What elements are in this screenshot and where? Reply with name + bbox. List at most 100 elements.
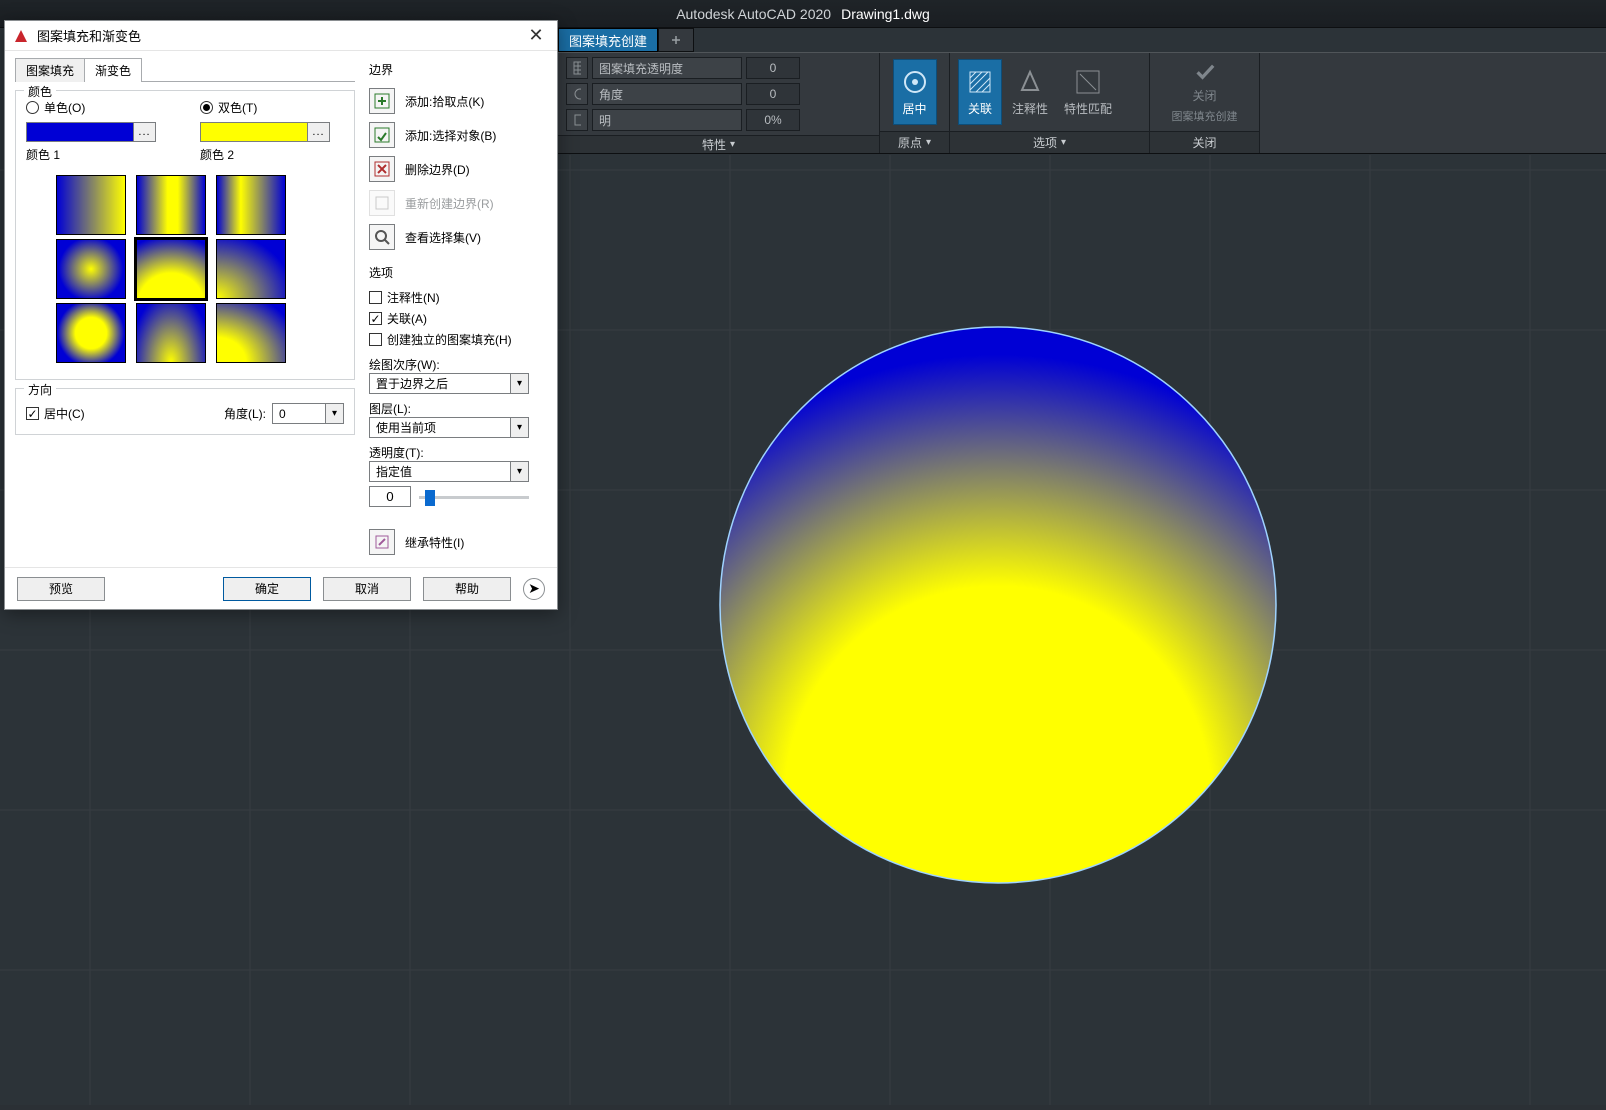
panel-title-options[interactable]: 选项▾ [950, 131, 1149, 153]
app-title: Autodesk AutoCAD 2020 [676, 6, 831, 22]
transparency-label: 透明度(T): [369, 444, 547, 461]
dialog-titlebar[interactable]: 图案填充和渐变色 ✕ [5, 21, 557, 51]
transparency-number-input[interactable] [369, 486, 411, 507]
panel-title-close: 关闭 [1150, 131, 1259, 153]
direction-legend: 方向 [24, 381, 56, 398]
annotative-icon [1016, 68, 1044, 96]
gradient-pattern-9[interactable] [216, 303, 286, 363]
single-color-radio[interactable]: 单色(O) [26, 99, 170, 116]
direction-fieldset: 方向 居中(C) 角度(L): 0▾ [15, 388, 355, 435]
color-legend: 颜色 [24, 83, 56, 100]
target-icon [901, 68, 929, 96]
color1-picker-button[interactable]: ... [134, 122, 156, 142]
angle-value[interactable]: 0 [746, 83, 800, 105]
cancel-button[interactable]: 取消 [323, 577, 411, 601]
color2-picker-button[interactable]: ... [308, 122, 330, 142]
layer-combo[interactable]: 使用当前项▾ [369, 417, 529, 438]
grid-icon[interactable] [566, 57, 588, 79]
two-color-radio[interactable]: 双色(T) [200, 99, 344, 116]
angle-label: 角度(L): [224, 405, 266, 422]
recreate-icon [374, 195, 390, 211]
preview-button[interactable]: 预览 [17, 577, 105, 601]
gradient-pattern-5[interactable] [136, 239, 206, 299]
remove-icon [374, 161, 390, 177]
document-name: Drawing1.dwg [841, 6, 930, 22]
layer-label: 图层(L): [369, 400, 547, 417]
boundary-legend: 边界 [369, 61, 547, 78]
color1-label: 颜色 1 [26, 146, 170, 163]
start-tab[interactable] [658, 28, 694, 52]
panel-title-properties[interactable]: 特性▾ [558, 135, 879, 153]
match-icon [1074, 68, 1102, 96]
annotative-checkbox[interactable]: 注释性(N) [369, 289, 440, 306]
view-selection-button[interactable] [369, 224, 395, 250]
ribbon: 图案填充透明度 0 角度 0 明 0% 特性▾ [558, 52, 1606, 154]
color2-swatch[interactable] [200, 122, 308, 142]
tab-hatch[interactable]: 图案填充 [15, 58, 85, 82]
select-icon [374, 127, 390, 143]
dialog-title: 图案填充和渐变色 [37, 26, 141, 45]
gradient-pattern-grid [56, 175, 344, 363]
color1-swatch[interactable] [26, 122, 134, 142]
ribbon-tab-hatch-create[interactable]: 图案填充创建 [558, 28, 658, 52]
gradient-pattern-6[interactable] [216, 239, 286, 299]
transparency-field[interactable]: 图案填充透明度 [592, 57, 742, 79]
color2-label: 颜色 2 [200, 146, 344, 163]
chevron-down-icon: ▾ [730, 139, 735, 150]
remove-boundary-button[interactable] [369, 156, 395, 182]
gradient-pattern-3[interactable] [216, 175, 286, 235]
gradient-circle[interactable] [720, 327, 1276, 883]
add-select-objects-button[interactable] [369, 122, 395, 148]
brightness-field[interactable]: 明 [592, 109, 742, 131]
brightness-icon[interactable] [566, 109, 588, 131]
origin-center-button[interactable]: 居中 [893, 59, 937, 125]
options-legend: 选项 [369, 264, 547, 281]
expand-dialog-button[interactable]: ➤ [523, 578, 545, 600]
gradient-pattern-7[interactable] [56, 303, 126, 363]
dialog-tabs: 图案填充 渐变色 [15, 57, 355, 82]
angle-combo[interactable]: 0▾ [272, 403, 344, 424]
gradient-pattern-4[interactable] [56, 239, 126, 299]
chevron-down-icon: ▾ [510, 462, 528, 481]
draw-order-combo[interactable]: 置于边界之后▾ [369, 373, 529, 394]
separate-hatch-checkbox[interactable]: 创建独立的图案填充(H) [369, 331, 512, 348]
brightness-value[interactable]: 0% [746, 109, 800, 131]
tab-gradient[interactable]: 渐变色 [84, 58, 142, 82]
associative-checkbox[interactable]: 关联(A) [369, 310, 427, 327]
inherit-icon [374, 534, 390, 550]
check-icon [1191, 60, 1219, 83]
gradient-pattern-1[interactable] [56, 175, 126, 235]
close-hatch-creation-button[interactable]: 关闭 图案填充创建 [1163, 59, 1247, 125]
recreate-boundary-button [369, 190, 395, 216]
match-properties-button[interactable]: 特性匹配 [1058, 59, 1118, 125]
chevron-down-icon: ▾ [1061, 137, 1066, 148]
help-button[interactable]: 帮助 [423, 577, 511, 601]
chevron-down-icon: ▾ [926, 137, 931, 148]
angle-field[interactable]: 角度 [592, 83, 742, 105]
autocad-logo-icon [13, 28, 29, 44]
gradient-pattern-8[interactable] [136, 303, 206, 363]
gradient-pattern-2[interactable] [136, 175, 206, 235]
panel-title-origin[interactable]: 原点▾ [880, 131, 949, 153]
magnifier-icon [374, 229, 390, 245]
hatch-gradient-dialog: 图案填充和渐变色 ✕ 图案填充 渐变色 颜色 单色(O) ... 颜 [4, 20, 558, 610]
center-checkbox[interactable]: 居中(C) [26, 405, 85, 422]
annotative-button[interactable]: 注释性 [1008, 59, 1052, 125]
dialog-close-button[interactable]: ✕ [523, 23, 549, 49]
plus-icon [671, 35, 681, 45]
add-pick-points-button[interactable] [369, 88, 395, 114]
transparency-slider[interactable] [419, 488, 529, 506]
plus-icon [374, 93, 390, 109]
inherit-properties-button[interactable] [369, 529, 395, 555]
associative-button[interactable]: 关联 [958, 59, 1002, 125]
hatch-icon [966, 68, 994, 96]
transparency-value[interactable]: 0 [746, 57, 800, 79]
chevron-down-icon: ▾ [510, 418, 528, 437]
chevron-down-icon: ▾ [510, 374, 528, 393]
ok-button[interactable]: 确定 [223, 577, 311, 601]
draw-order-label: 绘图次序(W): [369, 356, 547, 373]
angle-icon[interactable] [566, 83, 588, 105]
transparency-mode-combo[interactable]: 指定值▾ [369, 461, 529, 482]
color-fieldset: 颜色 单色(O) ... 颜色 1 双色(T) . [15, 90, 355, 380]
chevron-down-icon: ▾ [325, 404, 343, 423]
